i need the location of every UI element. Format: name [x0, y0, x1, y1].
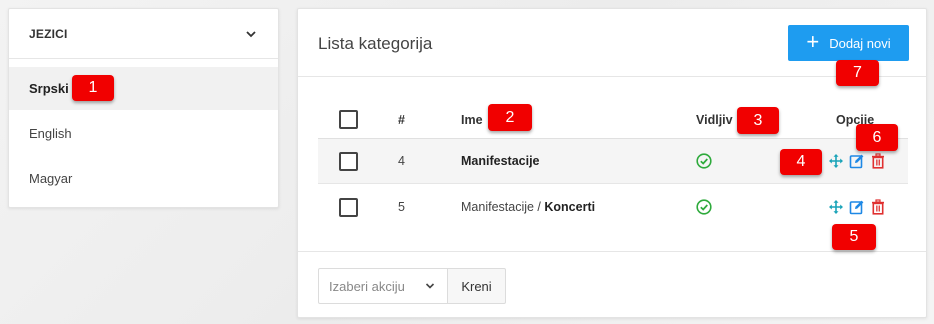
- trash-icon[interactable]: [870, 153, 886, 169]
- bulk-action-placeholder: Izaberi akciju: [329, 278, 405, 294]
- move-icon[interactable]: [828, 153, 844, 169]
- table-header-row: # Ime Vidljiv Opcije: [318, 101, 908, 139]
- language-sidebar: JEZICI Srpski English Magyar: [8, 8, 279, 208]
- row-checkbox[interactable]: [339, 151, 358, 171]
- row-name-bold: Koncerti: [544, 200, 596, 214]
- language-label: Srpski: [29, 81, 69, 96]
- language-label: Magyar: [29, 171, 73, 186]
- marker-5: 5: [832, 224, 876, 250]
- trash-icon[interactable]: [870, 199, 886, 215]
- select-all-checkbox[interactable]: [339, 110, 358, 129]
- language-item-english[interactable]: English: [9, 112, 278, 155]
- column-header-num: #: [398, 112, 405, 127]
- row-name-bold: Manifestacije: [461, 154, 540, 168]
- row-options: [828, 199, 886, 215]
- column-header-visible[interactable]: Vidljiv: [696, 113, 733, 127]
- check-circle-icon[interactable]: [696, 153, 712, 169]
- row-name-prefix: Manifestacije /: [461, 200, 545, 214]
- table-row: 5 Manifestacije / Koncerti: [318, 184, 908, 230]
- sidebar-header[interactable]: JEZICI: [9, 9, 278, 59]
- row-name: Manifestacije: [461, 154, 540, 168]
- add-new-label: Dodaj novi: [829, 35, 891, 51]
- edit-icon[interactable]: [849, 199, 865, 215]
- edit-icon[interactable]: [849, 153, 865, 169]
- row-name: Manifestacije / Koncerti: [461, 200, 595, 214]
- marker-7: 7: [836, 60, 879, 86]
- language-item-magyar[interactable]: Magyar: [9, 157, 278, 200]
- row-number: 5: [398, 200, 405, 214]
- marker-1: 1: [72, 75, 114, 101]
- marker-3: 3: [737, 107, 779, 134]
- panel-header: Lista kategorija + Dodaj novi: [298, 9, 926, 77]
- sidebar-title: JEZICI: [29, 26, 68, 41]
- marker-6: 6: [856, 124, 898, 151]
- add-new-button[interactable]: + Dodaj novi: [788, 25, 909, 61]
- go-button[interactable]: Kreni: [447, 268, 506, 304]
- plus-icon: +: [806, 29, 820, 54]
- marker-2: 2: [488, 104, 532, 131]
- row-options: [828, 153, 886, 169]
- bulk-action-select[interactable]: Izaberi akciju: [318, 268, 448, 304]
- row-checkbox[interactable]: [339, 197, 358, 217]
- check-circle-icon[interactable]: [696, 199, 712, 215]
- move-icon[interactable]: [828, 199, 844, 215]
- language-label: English: [29, 126, 72, 141]
- marker-4: 4: [780, 149, 822, 175]
- panel-footer: Izaberi akciju Kreni: [298, 251, 926, 317]
- page-title: Lista kategorija: [318, 34, 433, 53]
- row-number: 4: [398, 154, 405, 168]
- column-header-name[interactable]: Ime: [461, 113, 483, 127]
- language-list: Srpski English Magyar: [9, 59, 278, 200]
- category-panel: Lista kategorija + Dodaj novi # Ime Vidl…: [297, 8, 927, 318]
- caret-down-icon: [425, 283, 435, 289]
- chevron-down-icon[interactable]: [244, 27, 258, 41]
- language-item-srpski[interactable]: Srpski: [9, 67, 278, 110]
